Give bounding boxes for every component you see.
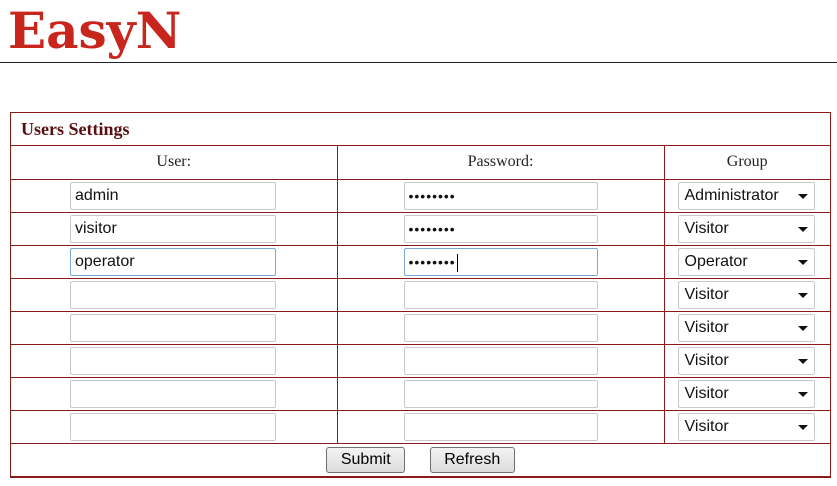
password-input-focused[interactable]: •••••••• bbox=[403, 247, 598, 276]
group-select[interactable]: Visitor bbox=[677, 280, 815, 309]
password-input[interactable] bbox=[403, 280, 598, 309]
user-column-header: User: bbox=[11, 145, 338, 180]
username-input[interactable] bbox=[70, 280, 276, 309]
user-row: Visitor bbox=[11, 343, 830, 378]
submit-button[interactable]: Submit bbox=[326, 446, 406, 473]
group-select-value: Visitor bbox=[684, 384, 729, 402]
group-select[interactable]: Visitor bbox=[677, 346, 815, 375]
group-select[interactable]: Visitor bbox=[677, 412, 815, 441]
button-row: Submit Refresh bbox=[11, 442, 830, 477]
group-select-value: Visitor bbox=[684, 351, 729, 369]
password-input[interactable] bbox=[403, 313, 598, 342]
text-caret bbox=[456, 253, 458, 272]
group-select-value: Visitor bbox=[684, 318, 729, 336]
dropdown-arrow-icon bbox=[797, 292, 808, 298]
dropdown-arrow-icon bbox=[797, 391, 808, 397]
username-input[interactable] bbox=[70, 379, 276, 408]
password-input[interactable]: •••••••• bbox=[403, 181, 598, 210]
header-divider bbox=[0, 62, 837, 63]
group-select[interactable]: Visitor bbox=[677, 313, 815, 342]
dropdown-arrow-icon bbox=[797, 358, 808, 364]
username-input[interactable] bbox=[70, 346, 276, 375]
refresh-button[interactable]: Refresh bbox=[429, 446, 515, 473]
username-input[interactable]: operator bbox=[70, 247, 276, 276]
user-row: Visitor bbox=[11, 277, 830, 312]
users-table: User: Password: Group admin •••••••• Adm… bbox=[11, 145, 830, 477]
group-select-value: Visitor bbox=[684, 219, 729, 237]
username-input[interactable] bbox=[70, 412, 276, 441]
header-row: User: Password: Group bbox=[11, 145, 830, 180]
password-value: •••••••• bbox=[408, 253, 456, 270]
dropdown-arrow-icon bbox=[797, 424, 808, 430]
user-row: Visitor bbox=[11, 409, 830, 444]
dropdown-arrow-icon bbox=[797, 226, 808, 232]
password-input[interactable] bbox=[403, 379, 598, 408]
password-input[interactable] bbox=[403, 412, 598, 441]
dropdown-arrow-icon bbox=[797, 193, 808, 199]
user-row: operator •••••••• Operator bbox=[11, 244, 830, 279]
user-row: Visitor bbox=[11, 376, 830, 411]
group-select[interactable]: Visitor bbox=[677, 214, 815, 243]
panel-title: Users Settings bbox=[11, 113, 830, 146]
username-input[interactable]: visitor bbox=[70, 214, 276, 243]
username-input[interactable]: admin bbox=[70, 181, 276, 210]
password-column-header: Password: bbox=[336, 145, 665, 180]
dropdown-arrow-icon bbox=[797, 259, 808, 265]
dropdown-arrow-icon bbox=[797, 325, 808, 331]
password-input[interactable] bbox=[403, 346, 598, 375]
user-row: Visitor bbox=[11, 310, 830, 345]
user-row: admin •••••••• Administrator bbox=[11, 178, 830, 213]
group-select-value: Administrator bbox=[684, 186, 779, 204]
user-row: visitor •••••••• Visitor bbox=[11, 211, 830, 246]
users-settings-panel: Users Settings User: Password: Group adm… bbox=[10, 112, 831, 478]
group-select[interactable]: Visitor bbox=[677, 379, 815, 408]
group-select-value: Operator bbox=[684, 252, 748, 270]
group-column-header: Group bbox=[663, 145, 830, 180]
group-select-value: Visitor bbox=[684, 285, 729, 303]
username-input[interactable] bbox=[70, 313, 276, 342]
password-input[interactable]: •••••••• bbox=[403, 214, 598, 243]
easyn-logo: EasyN bbox=[8, 1, 182, 60]
group-select-value: Visitor bbox=[684, 417, 729, 435]
group-select[interactable]: Operator bbox=[677, 247, 815, 276]
group-select[interactable]: Administrator bbox=[677, 181, 815, 210]
